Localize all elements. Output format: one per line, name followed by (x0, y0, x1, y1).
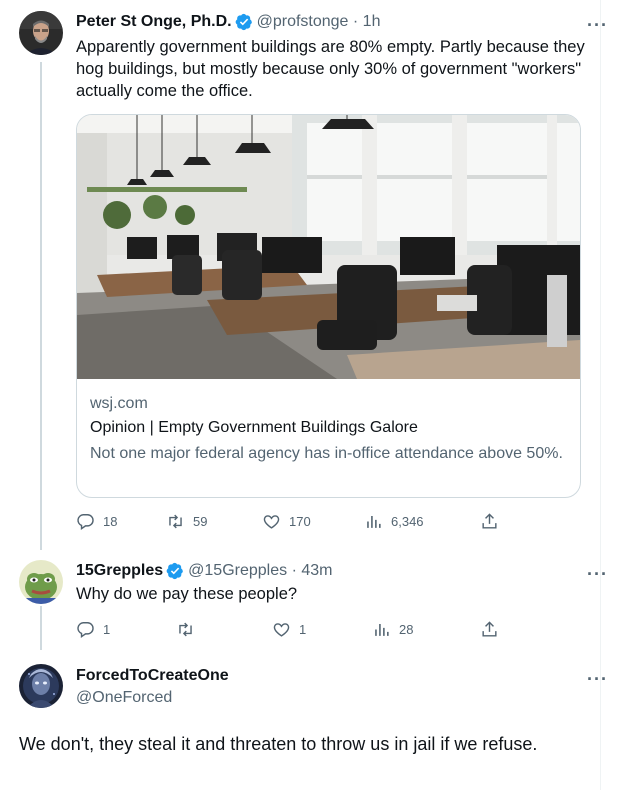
tweet-header: 15Grepples @15Grepples · 43m (76, 561, 332, 581)
author-name[interactable]: ForcedToCreateOne (76, 666, 229, 686)
views-icon (375, 623, 389, 636)
card-image-office (77, 115, 580, 379)
views-button[interactable]: 6,346 (364, 512, 424, 531)
author-name[interactable]: 15Grepples (76, 561, 163, 581)
tweet-text: We don't, they steal it and threaten to … (19, 734, 538, 754)
avatar-image (19, 11, 63, 55)
author-name[interactable]: Peter St Onge, Ph.D. (76, 12, 232, 32)
share-button[interactable] (480, 620, 499, 639)
tweet-header: ForcedToCreateOne (76, 666, 229, 686)
reply-button[interactable]: 18 (76, 512, 117, 531)
more-options-icon[interactable]: ··· (587, 670, 608, 688)
share-icon (482, 621, 497, 637)
avatar-image (19, 560, 63, 604)
verified-badge-icon (235, 13, 252, 31)
link-card[interactable]: wsj.com Opinion | Empty Government Build… (76, 114, 581, 498)
like-count: 1 (299, 622, 307, 637)
more-options-icon[interactable]: ··· (587, 16, 608, 34)
tweet-actions: 1 1 28 (76, 620, 499, 640)
avatar-oneforced[interactable] (19, 664, 63, 708)
heart-icon (263, 515, 280, 529)
retweet-icon (179, 622, 192, 637)
views-icon (367, 515, 381, 528)
author-handle[interactable]: @profstonge · 1h (257, 12, 381, 32)
retweet-button[interactable]: 59 (166, 512, 207, 531)
tweet-text: Apparently government buildings are 80% … (76, 38, 585, 100)
retweet-button[interactable] (176, 620, 195, 639)
reply-icon (77, 622, 94, 638)
avatar-image (19, 664, 63, 708)
thread-line-2 (40, 606, 42, 650)
author-handle[interactable]: @OneForced (76, 688, 172, 708)
avatar-profstonge[interactable] (19, 11, 63, 55)
heart-icon (273, 623, 290, 637)
views-button[interactable]: 28 (372, 620, 413, 639)
reply-count: 18 (103, 514, 118, 529)
reply-count: 1 (103, 622, 111, 637)
reply-icon (77, 514, 94, 530)
tweet-header: Peter St Onge, Ph.D. @profstonge · 1h (76, 12, 380, 32)
card-domain: wsj.com (90, 395, 148, 412)
like-button[interactable]: 170 (262, 512, 311, 531)
tweet-actions: 18 59 170 6,346 (76, 512, 499, 532)
views-count: 6,346 (391, 514, 424, 529)
more-options-icon[interactable]: ··· (587, 565, 608, 583)
retweet-icon (169, 514, 182, 529)
retweet-count: 59 (193, 514, 208, 529)
reply-button[interactable]: 1 (76, 620, 110, 639)
like-count: 170 (289, 514, 311, 529)
author-handle[interactable]: @15Grepples · 43m (188, 561, 332, 581)
share-button[interactable] (480, 512, 499, 531)
card-description: Not one major federal agency has in-offi… (90, 445, 563, 462)
avatar-15grepples[interactable] (19, 560, 63, 604)
views-count: 28 (399, 622, 414, 637)
tweet-handle-row: @OneForced (76, 688, 172, 708)
thread-line-1 (40, 62, 42, 550)
tweet-text: Why do we pay these people? (76, 585, 298, 603)
share-icon (482, 513, 497, 529)
like-button[interactable]: 1 (272, 620, 306, 639)
verified-badge-icon (166, 562, 184, 580)
card-title: Opinion | Empty Government Buildings Gal… (90, 419, 418, 436)
